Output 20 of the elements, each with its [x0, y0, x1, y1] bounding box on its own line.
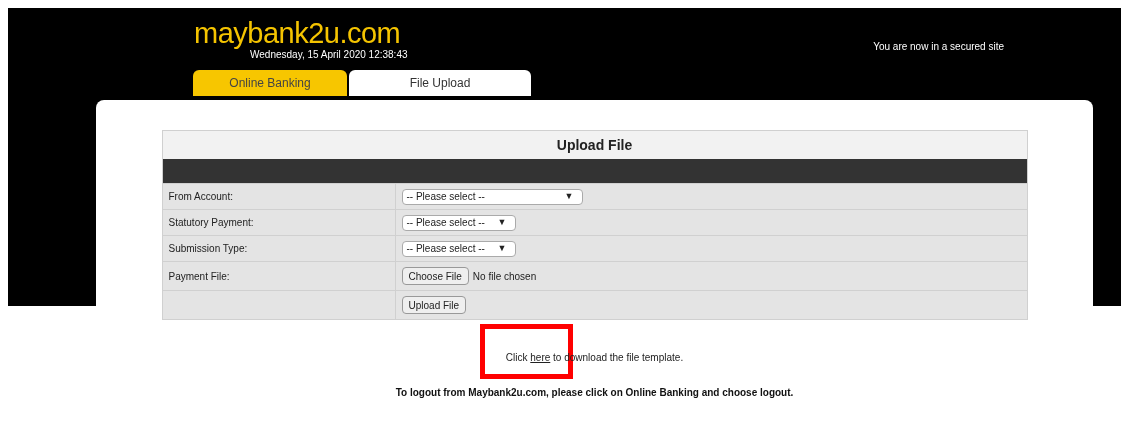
tab[interactable]: Online Banking [193, 70, 347, 96]
select-dropdown[interactable]: -- Please select -- ▼ [401, 214, 516, 231]
here-link[interactable]: here [530, 352, 551, 363]
choose-file-button[interactable]: Choose File [401, 267, 469, 285]
file-status: No file chosen [472, 269, 537, 284]
select-dropdown[interactable]: -- Please select -- ▼ [401, 240, 516, 257]
tab[interactable]: File Upload [349, 70, 531, 96]
field-label: Submission Type: [168, 242, 248, 256]
secure-notice: You are now in a secured site [873, 40, 1005, 54]
field-label: From Account: [168, 190, 233, 204]
logout-note: To logout from Maybank2u.com, please click on Online Banking and choose logout. [395, 387, 794, 398]
dropdown-caret-icon: ▼ [497, 215, 511, 230]
select-dropdown[interactable]: -- Please select -- ▼ [401, 188, 583, 205]
dropdown-caret-icon: ▼ [497, 241, 511, 256]
form-title: Upload File [556, 135, 633, 155]
date-time: Wednesday, 15 April 2020 12:38:43 [250, 49, 408, 62]
field-label: Statutory Payment: [168, 216, 254, 230]
upload-file-button[interactable]: Upload File [401, 296, 467, 314]
dropdown-caret-icon: ▼ [564, 189, 578, 204]
field-label: Payment File: [168, 270, 230, 284]
